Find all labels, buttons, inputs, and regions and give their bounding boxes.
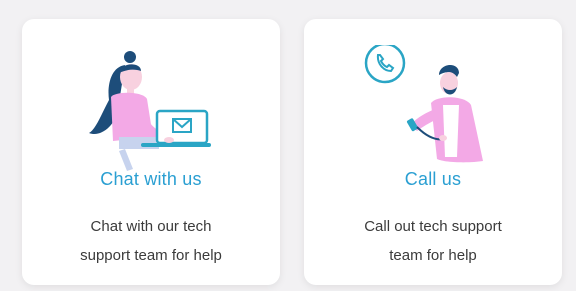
chat-with-us-link[interactable]: Chat with us: [22, 169, 280, 190]
call-description: Call out tech support team for help: [304, 212, 562, 270]
call-support-card[interactable]: Call us Call out tech support team for h…: [304, 19, 562, 285]
call-description-line-2: team for help: [389, 247, 477, 264]
chat-description-line-2: support team for help: [80, 247, 222, 264]
call-description-line-1: Call out tech support: [364, 218, 502, 235]
chat-illustration-icon: [81, 45, 221, 177]
chat-description: Chat with our tech support team for help: [22, 212, 280, 270]
phone-call-illustration-icon: [363, 42, 503, 177]
call-us-link[interactable]: Call us: [304, 169, 562, 190]
chat-description-line-1: Chat with our tech: [90, 218, 212, 235]
chat-support-card[interactable]: Chat with us Chat with our tech support …: [22, 19, 280, 285]
